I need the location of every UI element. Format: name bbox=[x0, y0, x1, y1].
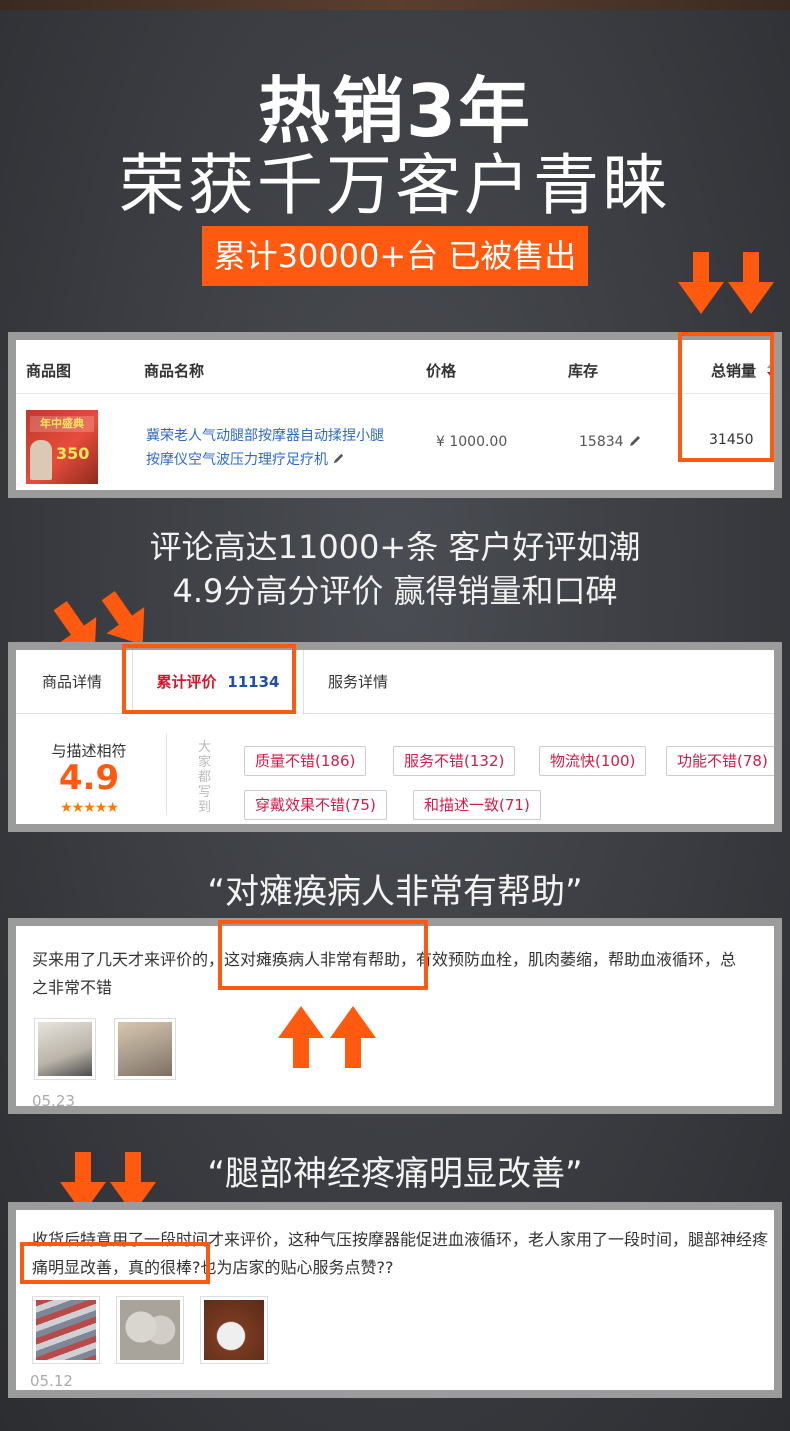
review-photo[interactable] bbox=[200, 1296, 268, 1364]
review-tag[interactable]: 服务不错(132) bbox=[393, 746, 516, 776]
edit-pencil-icon[interactable] bbox=[628, 434, 642, 448]
top-strip bbox=[0, 0, 790, 10]
up-arrow-icon bbox=[278, 1006, 324, 1068]
rating-divider bbox=[166, 734, 167, 814]
review-photo[interactable] bbox=[34, 1018, 96, 1080]
review-tag[interactable]: 质量不错(186) bbox=[244, 746, 367, 776]
review-tag[interactable]: 穿戴效果不错(75) bbox=[244, 790, 387, 820]
column-header-image: 商品图 bbox=[26, 362, 72, 380]
review-highlight-box-2 bbox=[20, 1242, 210, 1284]
down-arrow-icon bbox=[678, 252, 724, 314]
thumbnail-person bbox=[30, 440, 52, 480]
tab-product-details[interactable]: 商品详情 bbox=[42, 650, 102, 714]
reviews-tab-highlight-box bbox=[122, 644, 296, 714]
review-text-part: 买来用了几天才来评价的， bbox=[32, 950, 225, 969]
sales-highlight-box bbox=[678, 332, 774, 462]
review-date: 05.12 bbox=[30, 1372, 73, 1390]
column-header-name: 商品名称 bbox=[144, 362, 205, 380]
column-header-stock: 库存 bbox=[568, 362, 599, 380]
product-table-panel: 商品图 商品名称 价格 库存 总销量 年中盛典 350 冀荣老人气动腿部按摩器自… bbox=[8, 332, 782, 498]
header-divider bbox=[16, 393, 774, 394]
review-photo[interactable] bbox=[32, 1296, 100, 1364]
up-arrow-icon bbox=[330, 1006, 376, 1068]
sales-badge: 累计30000+台 已被售出 bbox=[202, 226, 588, 286]
product-price: ¥ 1000.00 bbox=[436, 434, 508, 450]
tab-service-details[interactable]: 服务详情 bbox=[328, 650, 388, 714]
review-tag[interactable]: 物流快(100) bbox=[539, 746, 647, 776]
edit-pencil-icon[interactable] bbox=[332, 452, 345, 465]
product-table: 商品图 商品名称 价格 库存 总销量 年中盛典 350 冀荣老人气动腿部按摩器自… bbox=[16, 340, 774, 490]
product-stock: 15834 bbox=[579, 434, 624, 450]
review-summary-line1: 评论高达11000+条 客户好评如潮 bbox=[149, 528, 641, 566]
review-tag[interactable]: 功能不错(78) bbox=[666, 746, 774, 776]
thumbnail-label: 年中盛典 bbox=[30, 416, 94, 432]
review-highlight-box-1 bbox=[218, 920, 428, 990]
review-panel-2: 收货后特意用了一段时间才来评价，这种气压按摩器能促进血液循环，老人家用了一段时间… bbox=[8, 1202, 782, 1398]
column-header-price: 价格 bbox=[426, 362, 457, 380]
rating-score: 4.9 bbox=[58, 758, 120, 798]
down-arrow-icon bbox=[728, 252, 774, 314]
review-tag[interactable]: 和描述一致(71) bbox=[413, 790, 541, 820]
product-thumbnail[interactable]: 年中盛典 350 bbox=[26, 410, 98, 484]
review-card-2: 收货后特意用了一段时间才来评价，这种气压按摩器能促进血液循环，老人家用了一段时间… bbox=[16, 1210, 774, 1390]
product-name-link[interactable]: 冀荣老人气动腿部按摩器自动揉捏小腿按摩仪空气波压力理疗足疗机 bbox=[146, 424, 396, 472]
review-date: 05.23 bbox=[32, 1092, 75, 1106]
headline-subtitle: 荣获千万客户青睐 bbox=[119, 147, 671, 224]
thumbnail-price: 350 bbox=[56, 444, 90, 463]
product-name-text: 冀荣老人气动腿部按摩器自动揉捏小腿按摩仪空气波压力理疗足疗机 bbox=[146, 428, 384, 468]
review-photo[interactable] bbox=[114, 1018, 176, 1080]
review-photo[interactable] bbox=[116, 1296, 184, 1364]
quote-heading-1: “对瘫痪病人非常有帮助” bbox=[207, 872, 583, 912]
rating-stars: ★★★★★ bbox=[60, 800, 119, 816]
tag-side-label: 大家都写到 bbox=[198, 740, 212, 815]
